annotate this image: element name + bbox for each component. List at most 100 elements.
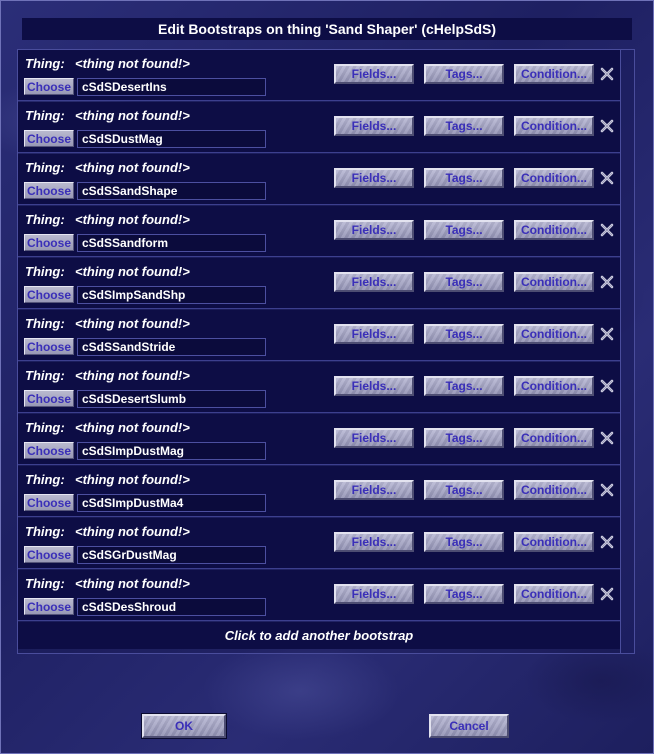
thing-value: <thing not found!> — [75, 264, 190, 279]
bootstrap-row: Thing: <thing not found!> Choose cSdSDes… — [18, 570, 620, 621]
choose-button[interactable]: Choose — [24, 130, 74, 147]
fields-button[interactable]: Fields... — [334, 480, 414, 500]
add-bootstrap-button[interactable]: Click to add another bootstrap — [18, 622, 620, 649]
fields-button[interactable]: Fields... — [334, 168, 414, 188]
bootstrap-row: Thing: <thing not found!> Choose cSdSDes… — [18, 50, 620, 101]
thing-value: <thing not found!> — [75, 524, 190, 539]
bootstrap-id-field[interactable]: cSdSImpDustMag — [77, 442, 266, 460]
fields-button[interactable]: Fields... — [334, 324, 414, 344]
bootstrap-id-field[interactable]: cSdSSandform — [77, 234, 266, 252]
thing-value: <thing not found!> — [75, 56, 190, 71]
bootstrap-id-field[interactable]: cSdSDesertSlumb — [77, 390, 266, 408]
choose-button[interactable]: Choose — [24, 182, 74, 199]
condition-button[interactable]: Condition... — [514, 220, 594, 240]
bootstrap-row: Thing: <thing not found!> Choose cSdSGrD… — [18, 518, 620, 569]
condition-button[interactable]: Condition... — [514, 584, 594, 604]
tags-button[interactable]: Tags... — [424, 220, 504, 240]
thing-label: Thing: — [25, 108, 65, 123]
bootstrap-row: Thing: <thing not found!> Choose cSdSImp… — [18, 258, 620, 309]
bootstrap-id-field[interactable]: cSdSImpSandShp — [77, 286, 266, 304]
close-x-icon[interactable] — [600, 379, 614, 393]
tags-button[interactable]: Tags... — [424, 584, 504, 604]
condition-button[interactable]: Condition... — [514, 324, 594, 344]
tags-button[interactable]: Tags... — [424, 532, 504, 552]
fields-button[interactable]: Fields... — [334, 64, 414, 84]
tags-button[interactable]: Tags... — [424, 480, 504, 500]
fields-button[interactable]: Fields... — [334, 220, 414, 240]
condition-button[interactable]: Condition... — [514, 116, 594, 136]
bootstrap-id-field[interactable]: cSdSImpDustMa4 — [77, 494, 266, 512]
condition-button[interactable]: Condition... — [514, 272, 594, 292]
cancel-button[interactable]: Cancel — [429, 714, 509, 738]
thing-label: Thing: — [25, 420, 65, 435]
tags-button[interactable]: Tags... — [424, 64, 504, 84]
list-scrollbar[interactable] — [620, 50, 634, 653]
thing-value: <thing not found!> — [75, 160, 190, 175]
fields-button[interactable]: Fields... — [334, 376, 414, 396]
bootstrap-row: Thing: <thing not found!> Choose cSdSSan… — [18, 206, 620, 257]
bootstrap-id-field[interactable]: cSdSGrDustMag — [77, 546, 266, 564]
choose-button[interactable]: Choose — [24, 598, 74, 615]
close-x-icon[interactable] — [600, 327, 614, 341]
tags-button[interactable]: Tags... — [424, 168, 504, 188]
thing-label: Thing: — [25, 160, 65, 175]
thing-label: Thing: — [25, 524, 65, 539]
close-x-icon[interactable] — [600, 587, 614, 601]
close-x-icon[interactable] — [600, 483, 614, 497]
bootstrap-row: Thing: <thing not found!> Choose cSdSImp… — [18, 414, 620, 465]
close-x-icon[interactable] — [600, 119, 614, 133]
bootstrap-id-field[interactable]: cSdSDesShroud — [77, 598, 266, 616]
condition-button[interactable]: Condition... — [514, 376, 594, 396]
close-x-icon[interactable] — [600, 171, 614, 185]
close-x-icon[interactable] — [600, 431, 614, 445]
dialog-title: Edit Bootstraps on thing 'Sand Shaper' (… — [22, 18, 632, 40]
fields-button[interactable]: Fields... — [334, 584, 414, 604]
thing-label: Thing: — [25, 316, 65, 331]
fields-button[interactable]: Fields... — [334, 272, 414, 292]
close-x-icon[interactable] — [600, 67, 614, 81]
choose-button[interactable]: Choose — [24, 442, 74, 459]
choose-button[interactable]: Choose — [24, 390, 74, 407]
choose-button[interactable]: Choose — [24, 338, 74, 355]
tags-button[interactable]: Tags... — [424, 324, 504, 344]
bootstrap-list: Thing: <thing not found!> Choose cSdSDes… — [17, 49, 635, 654]
condition-button[interactable]: Condition... — [514, 480, 594, 500]
bootstrap-row: Thing: <thing not found!> Choose cSdSDes… — [18, 362, 620, 413]
bootstrap-id-field[interactable]: cSdSDesertIns — [77, 78, 266, 96]
choose-button[interactable]: Choose — [24, 494, 74, 511]
bootstrap-id-field[interactable]: cSdSDustMag — [77, 130, 266, 148]
thing-value: <thing not found!> — [75, 212, 190, 227]
thing-value: <thing not found!> — [75, 316, 190, 331]
bootstrap-row: Thing: <thing not found!> Choose cSdSSan… — [18, 154, 620, 205]
bootstrap-id-field[interactable]: cSdSSandShape — [77, 182, 266, 200]
condition-button[interactable]: Condition... — [514, 428, 594, 448]
choose-button[interactable]: Choose — [24, 234, 74, 251]
tags-button[interactable]: Tags... — [424, 116, 504, 136]
ok-button[interactable]: OK — [141, 713, 227, 739]
bootstrap-id-field[interactable]: cSdSSandStride — [77, 338, 266, 356]
close-x-icon[interactable] — [600, 223, 614, 237]
condition-button[interactable]: Condition... — [514, 532, 594, 552]
tags-button[interactable]: Tags... — [424, 272, 504, 292]
fields-button[interactable]: Fields... — [334, 116, 414, 136]
bootstrap-row: Thing: <thing not found!> Choose cSdSDus… — [18, 102, 620, 153]
condition-button[interactable]: Condition... — [514, 64, 594, 84]
fields-button[interactable]: Fields... — [334, 532, 414, 552]
thing-label: Thing: — [25, 368, 65, 383]
thing-value: <thing not found!> — [75, 108, 190, 123]
thing-value: <thing not found!> — [75, 420, 190, 435]
thing-value: <thing not found!> — [75, 472, 190, 487]
thing-label: Thing: — [25, 264, 65, 279]
tags-button[interactable]: Tags... — [424, 376, 504, 396]
thing-label: Thing: — [25, 576, 65, 591]
choose-button[interactable]: Choose — [24, 546, 74, 563]
thing-label: Thing: — [25, 212, 65, 227]
choose-button[interactable]: Choose — [24, 286, 74, 303]
fields-button[interactable]: Fields... — [334, 428, 414, 448]
close-x-icon[interactable] — [600, 275, 614, 289]
choose-button[interactable]: Choose — [24, 78, 74, 95]
thing-label: Thing: — [25, 56, 65, 71]
tags-button[interactable]: Tags... — [424, 428, 504, 448]
condition-button[interactable]: Condition... — [514, 168, 594, 188]
close-x-icon[interactable] — [600, 535, 614, 549]
